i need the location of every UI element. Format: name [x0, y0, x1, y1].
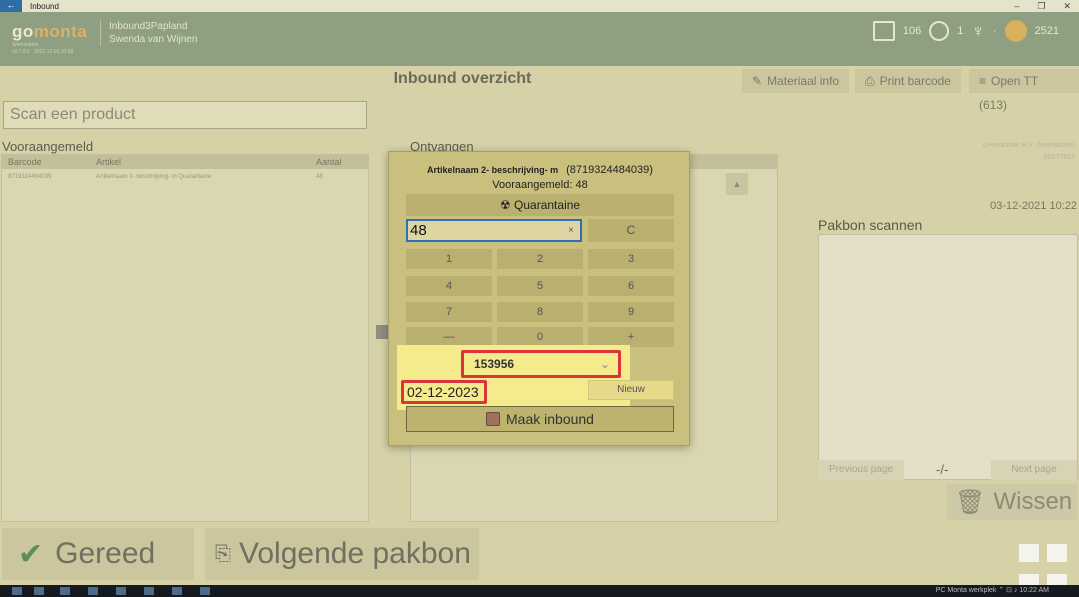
minus-button[interactable]: — [406, 327, 492, 347]
key-0[interactable]: 0 [497, 327, 583, 347]
box-icon [486, 412, 501, 426]
page-indicator: -/- [936, 462, 949, 477]
trophy-count: · [992, 25, 997, 37]
key-6[interactable]: 6 [588, 276, 674, 296]
workstation-name: Inbound3Papland [109, 21, 188, 32]
nieuw-button[interactable]: Nieuw [588, 380, 674, 400]
app-icon[interactable] [116, 587, 126, 595]
browser-icon[interactable] [34, 587, 44, 595]
expiry-date-field[interactable]: 02-12-2023 [401, 380, 487, 404]
app-icon[interactable] [172, 587, 182, 595]
volgende-pakbon-button[interactable]: ⎘ Volgende pakbon [205, 528, 479, 580]
plus-button[interactable]: + [588, 327, 674, 347]
quarantine-button[interactable]: ☢ Quarantaine [406, 194, 674, 216]
materiaal-info-button[interactable]: ✎ Materiaal info [742, 69, 850, 93]
col-barcode: Barcode [8, 157, 42, 167]
clear-button[interactable]: C [588, 219, 674, 242]
fullscreen-icon[interactable] [1019, 544, 1039, 562]
window-title: Inbound [30, 1, 59, 11]
pakbon-scan-area[interactable] [818, 234, 1078, 480]
calendar-count: 106 [902, 25, 922, 37]
fullscreen-icon[interactable] [1047, 544, 1067, 562]
app-icon[interactable] [200, 587, 210, 595]
checkmark-icon: ✔ [18, 537, 44, 571]
clear-icon[interactable]: × [568, 221, 574, 240]
key-8[interactable]: 8 [497, 302, 583, 322]
user-icon[interactable]: ▲ [726, 173, 748, 195]
inbound-dialog: Artikelnaam 2- beschrijving- m (871932448… [388, 151, 690, 446]
pencil-icon: ✎ [752, 74, 763, 88]
trash-icon: 🗑 [955, 488, 986, 516]
stats-bar: 106 1 ♆ · 2521 [872, 20, 1059, 42]
previous-page-button[interactable]: Previous page [818, 460, 904, 480]
clock-count: 1 [957, 25, 964, 37]
window-titlebar: ← Inbound – ❐ ✕ [0, 0, 1079, 12]
table-header: Barcode Artikel Aantal [2, 155, 368, 169]
calendar-icon [872, 21, 895, 41]
key-2[interactable]: 2 [497, 249, 583, 269]
maak-inbound-button[interactable]: Maak inbound [406, 406, 674, 432]
user-name: Swenda van Wijnen [109, 34, 198, 45]
start-icon[interactable] [12, 587, 22, 595]
coin-icon [1004, 20, 1027, 42]
scan-product-input[interactable]: Scan een product [3, 101, 367, 129]
back-arrow-icon[interactable]: ← [0, 0, 22, 12]
key-4[interactable]: 4 [406, 276, 492, 296]
vooraangemeld-table: Barcode Artikel Aantal 8719324484039 Art… [1, 154, 369, 522]
wissen-button[interactable]: 🗑 Wissen [947, 484, 1077, 520]
key-3[interactable]: 3 [588, 249, 674, 269]
taskbar: PC Monta werkplek ⌃ ⊡ ♪ 10:22 AM [0, 585, 1079, 597]
pakbon-label: Pakbon scannen [818, 217, 923, 233]
chevron-down-icon: ⌄ [599, 357, 610, 371]
gereed-button[interactable]: ✔ Gereed [2, 528, 194, 580]
printer-icon: ⎙ [865, 74, 875, 88]
user-info: Inbound3Papland Swenda van Wijnen [100, 20, 197, 46]
logo-subtitle: Werkstation v2.7.8.6 · 2021.12.03.10:58 [12, 42, 74, 55]
announced-quantity: Vooraangemeld: 48 [492, 179, 588, 191]
maximize-button[interactable]: ❐ [1037, 0, 1045, 12]
app-header: gomonta Werkstation v2.7.8.6 · 2021.12.0… [0, 12, 1079, 66]
radiation-icon: ☢ [499, 198, 511, 212]
key-5[interactable]: 5 [497, 276, 583, 296]
open-tt-button[interactable]: ≡ Open TT (613) [969, 69, 1079, 112]
supplier-info: Leverancier B.V. (leverancier) 65277863 … [983, 142, 1075, 173]
close-button[interactable]: ✕ [1063, 0, 1071, 12]
inbound-date: 03-12-2021 10:22 [990, 200, 1077, 212]
next-page-button[interactable]: Next page [991, 460, 1077, 480]
document-icon: ⎘ [215, 542, 231, 565]
key-1[interactable]: 1 [406, 249, 492, 269]
vooraangemeld-label: Vooraangemeld [2, 139, 94, 154]
coin-count: 2521 [1034, 25, 1059, 37]
lot-number-select[interactable]: 153956 ⌄ [461, 350, 621, 378]
folder-icon[interactable] [60, 587, 70, 595]
gomonta-logo: gomonta [12, 22, 88, 41]
system-tray: PC Monta werkplek ⌃ ⊡ ♪ 10:22 AM [935, 587, 1049, 594]
print-barcode-button[interactable]: ⎙ Print barcode [855, 69, 961, 93]
col-aantal: Aantal [316, 157, 342, 167]
app-icon[interactable] [88, 587, 98, 595]
quantity-input[interactable]: 48 × [406, 219, 582, 242]
col-artikel: Artikel [96, 157, 122, 167]
trophy-icon: ♆ [971, 20, 985, 41]
article-title: Artikelnaam 2- beschrijving- m (871932448… [427, 164, 653, 176]
clock-icon [929, 21, 950, 41]
key-9[interactable]: 9 [588, 302, 674, 322]
table-row[interactable]: 8719324484039 Artikelnaam 2- beschrijvin… [2, 169, 368, 185]
minimize-button[interactable]: – [1014, 0, 1019, 12]
app-icon[interactable] [144, 587, 154, 595]
key-7[interactable]: 7 [406, 302, 492, 322]
list-icon: ≡ [979, 74, 987, 88]
